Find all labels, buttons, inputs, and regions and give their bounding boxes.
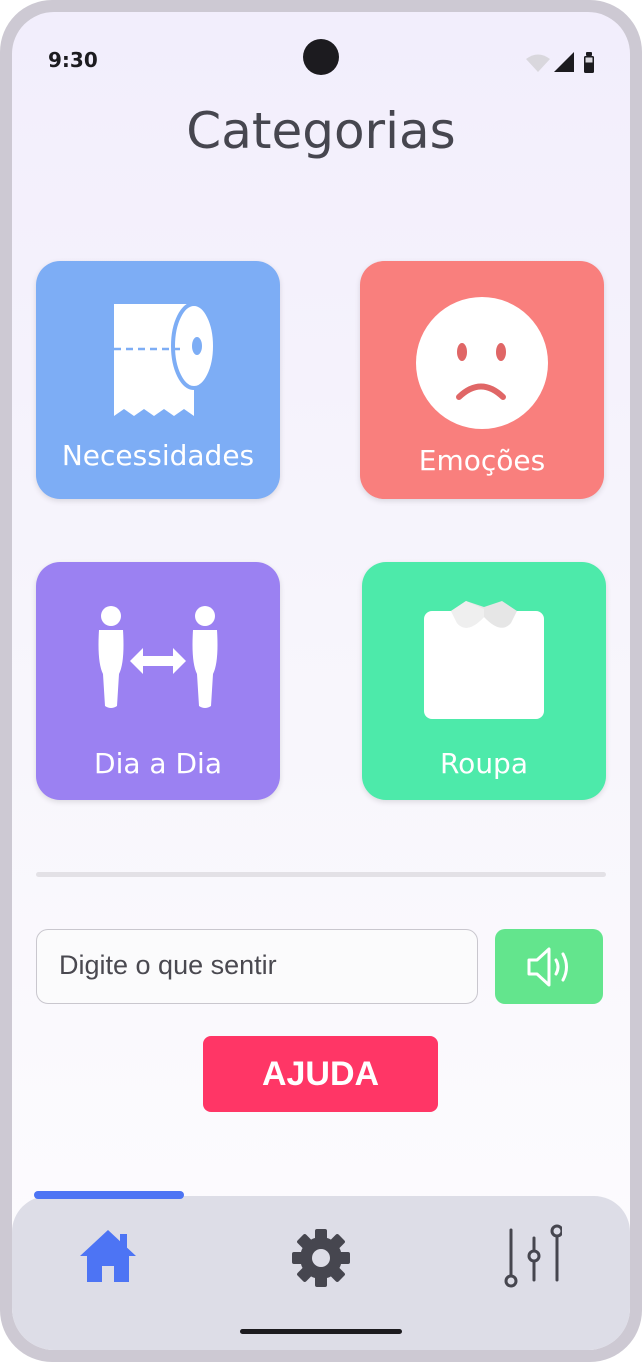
- sad-face-icon: [416, 297, 548, 429]
- nav-home[interactable]: [78, 1228, 138, 1288]
- help-button[interactable]: AJUDA: [203, 1036, 438, 1112]
- category-card-roupa[interactable]: Roupa: [362, 562, 606, 800]
- shirt-icon: [424, 601, 544, 719]
- gesture-home-bar[interactable]: [240, 1329, 402, 1334]
- category-label: Roupa: [439, 747, 528, 780]
- page-title: Categorias: [186, 102, 456, 160]
- status-icons: [526, 52, 594, 73]
- people-interaction-icon: [98, 606, 218, 708]
- app-screen: 9:30 Categorias Necessidades Emoções Dia…: [12, 12, 630, 1350]
- category-card-necessidades[interactable]: Necessidades: [36, 261, 280, 499]
- feeling-text-input[interactable]: Digite o que sentir: [36, 929, 478, 1004]
- wifi-icon: [526, 54, 550, 72]
- bottom-navigation: [12, 1196, 630, 1350]
- category-label: Dia a Dia: [94, 747, 222, 780]
- divider: [36, 872, 606, 877]
- category-label: Emoções: [418, 444, 546, 477]
- camera-cutout: [303, 39, 339, 75]
- nav-adjustments[interactable]: [502, 1224, 564, 1292]
- nav-settings[interactable]: [291, 1228, 351, 1292]
- sliders-icon: [504, 1224, 564, 1288]
- category-label: Necessidades: [61, 439, 255, 472]
- gear-icon: [292, 1229, 350, 1287]
- category-card-emocoes[interactable]: Emoções: [360, 261, 604, 499]
- category-card-dia-a-dia[interactable]: Dia a Dia: [36, 562, 280, 800]
- active-tab-indicator: [34, 1191, 184, 1199]
- toilet-paper-icon: [114, 302, 217, 416]
- status-time: 9:30: [48, 48, 98, 72]
- speaker-icon: [527, 947, 568, 987]
- speak-button[interactable]: [495, 929, 603, 1004]
- signal-icon: [554, 52, 574, 72]
- phone-frame: 9:30 Categorias Necessidades Emoções Dia…: [0, 0, 642, 1362]
- home-icon: [80, 1230, 136, 1282]
